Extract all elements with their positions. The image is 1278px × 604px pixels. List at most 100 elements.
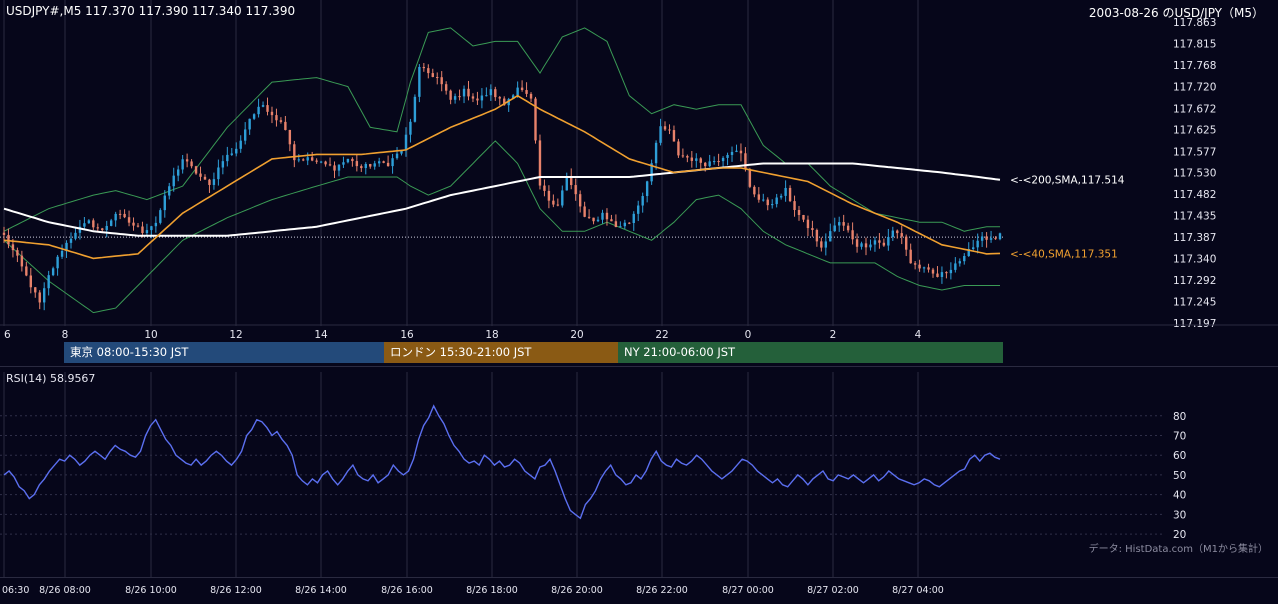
candle [56,254,59,276]
candle-body [168,186,171,196]
candle-body [824,241,828,248]
time-axis-label: 8/26 16:00 [381,585,433,596]
candle-body [717,161,720,163]
y-tick-label: 117.197 [1173,318,1216,330]
candle-body [543,185,546,191]
candle [909,243,912,264]
candle [243,122,247,145]
candle [587,209,591,219]
candle [659,118,662,146]
candle [645,180,649,203]
candle [168,182,171,200]
candle-body [538,140,542,186]
candle-body [945,272,948,274]
candle-body [458,96,461,98]
candle-body [596,219,600,222]
candle-body [284,121,287,130]
candle [494,86,497,101]
candle [905,234,908,257]
candle-body [918,264,921,269]
candle [721,156,725,169]
candle-body [431,73,434,78]
candle [922,266,926,273]
candle-body [413,96,417,122]
candle-body [726,154,729,158]
candle [20,250,24,272]
candle-body [83,223,86,227]
candle-body [931,269,935,274]
time-axis-label: 8/26 22:00 [636,585,688,596]
candle [248,118,251,135]
candle-body [922,267,926,269]
candle [181,154,184,174]
candle [882,238,886,247]
candle-body [900,233,903,237]
candle-body [69,238,73,243]
candle [226,146,229,167]
candle-body [235,148,238,154]
candle-body [699,158,702,163]
candle [208,178,211,193]
candle-body [583,206,586,217]
candle [712,156,716,165]
candle-body [270,111,274,116]
candle-body [74,232,77,239]
candle [270,106,274,124]
candle-body [846,225,850,231]
session-london: ロンドン 15:30-21:00 JST [384,342,618,363]
candle [257,98,260,118]
candle [779,193,783,200]
candle [529,92,533,103]
candle [632,211,635,231]
candle [766,197,769,211]
candle [748,167,752,189]
candle-body [364,164,367,169]
candle-body [489,89,493,96]
candle-body [105,225,108,230]
time-axis-label: 8/26 10:00 [125,585,177,596]
rsi-line [3,404,1001,520]
candle [829,223,832,242]
candle [686,154,689,163]
candle [561,185,564,208]
candle [458,89,461,101]
sma200-line [3,162,1001,237]
candle-body [641,196,644,206]
candle [377,157,381,167]
candle-body [855,239,859,247]
candle-body [882,242,886,246]
candle [972,239,975,251]
rsi-title: RSI(14) 58.9567 [6,372,96,385]
candle-body [829,231,832,242]
candle-body [721,157,725,162]
candle [364,162,367,175]
time-axis-label: 8/26 12:00 [210,585,262,596]
candle [436,72,439,85]
candle-body [954,263,957,270]
candle-body [851,230,854,240]
candle [449,89,452,105]
candle [42,282,46,311]
candle [985,232,988,248]
candle [221,155,225,175]
candle-body [775,197,778,205]
candle-body [310,157,314,161]
rsi-y-tick-label: 40 [1173,490,1186,502]
candle [980,232,984,248]
candle-body [578,194,582,207]
candle-body [788,187,792,202]
candle [480,88,484,109]
candle [846,222,850,233]
candle-body [154,222,158,227]
candle [596,216,600,223]
rsi-y-tick-label: 70 [1173,430,1186,442]
candle-body [485,95,488,97]
candle [69,232,73,249]
chart-title: 2003-08-26 のUSD/JPY（M5） [1088,6,1264,20]
candle-body [467,88,470,97]
candle-body [203,176,207,180]
candle [176,165,180,182]
candle-body [230,153,233,155]
candle [552,194,555,208]
candle-body [351,158,354,162]
